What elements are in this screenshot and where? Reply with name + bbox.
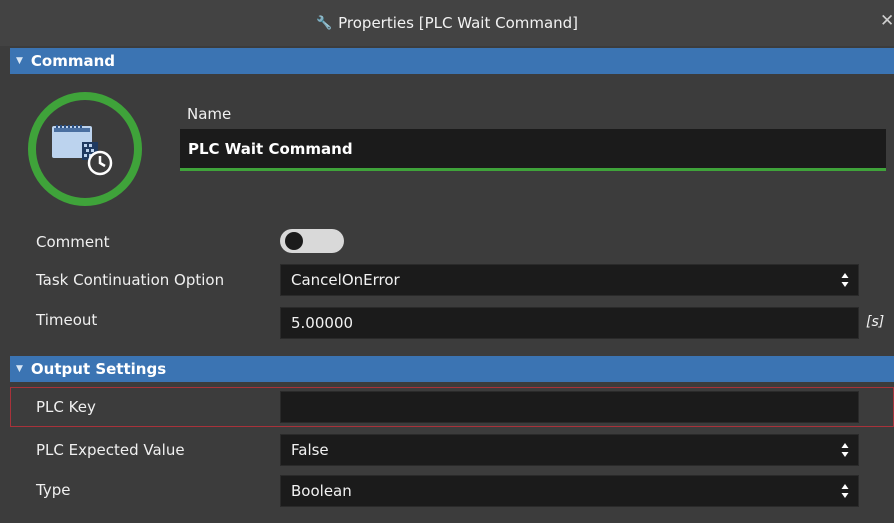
section-header-output[interactable]: ▼ Output Settings — [10, 356, 894, 382]
toggle-knob — [285, 232, 303, 250]
comment-toggle[interactable] — [280, 229, 344, 253]
collapse-triangle-icon[interactable]: ▼ — [16, 364, 23, 374]
name-input-value: PLC Wait Command — [188, 139, 353, 158]
name-label: Name — [187, 105, 232, 123]
task-option-label: Task Continuation Option — [36, 271, 225, 289]
type-label: Type — [36, 481, 71, 499]
plc-device-icon — [26, 90, 144, 208]
updown-icon — [841, 443, 849, 457]
timeout-value: 5.00000 — [291, 314, 354, 332]
type-select[interactable]: Boolean — [280, 475, 859, 507]
section-header-command[interactable]: ▼ Command — [10, 48, 894, 74]
task-option-select[interactable]: CancelOnError — [280, 264, 859, 296]
close-icon[interactable]: ✕ — [880, 11, 894, 33]
collapse-triangle-icon[interactable]: ▼ — [16, 56, 23, 66]
title-bar: 🔧 Properties [PLC Wait Command] ✕ — [0, 0, 894, 46]
window-title: Properties [PLC Wait Command] — [338, 14, 579, 32]
wrench-icon: 🔧 — [315, 15, 333, 31]
timeout-input[interactable]: 5.00000 — [280, 307, 859, 339]
updown-icon — [841, 273, 849, 287]
plc-key-label: PLC Key — [36, 398, 96, 416]
section-title-command: Command — [30, 52, 116, 70]
timeout-unit: [s] — [866, 314, 885, 330]
name-input[interactable]: PLC Wait Command — [180, 129, 886, 171]
section-title-output: Output Settings — [30, 360, 167, 378]
task-option-value: CancelOnError — [291, 271, 400, 289]
properties-panel: 🔧 Properties [PLC Wait Command] ✕ ▼ Comm… — [0, 0, 894, 523]
expected-value-label: PLC Expected Value — [36, 441, 185, 459]
type-value: Boolean — [291, 482, 352, 500]
timeout-label: Timeout — [36, 311, 98, 329]
expected-value-select[interactable]: False — [280, 434, 859, 466]
expected-value-value: False — [291, 441, 329, 459]
comment-label: Comment — [36, 233, 110, 251]
updown-icon — [841, 484, 849, 498]
plc-key-input[interactable] — [280, 391, 859, 423]
